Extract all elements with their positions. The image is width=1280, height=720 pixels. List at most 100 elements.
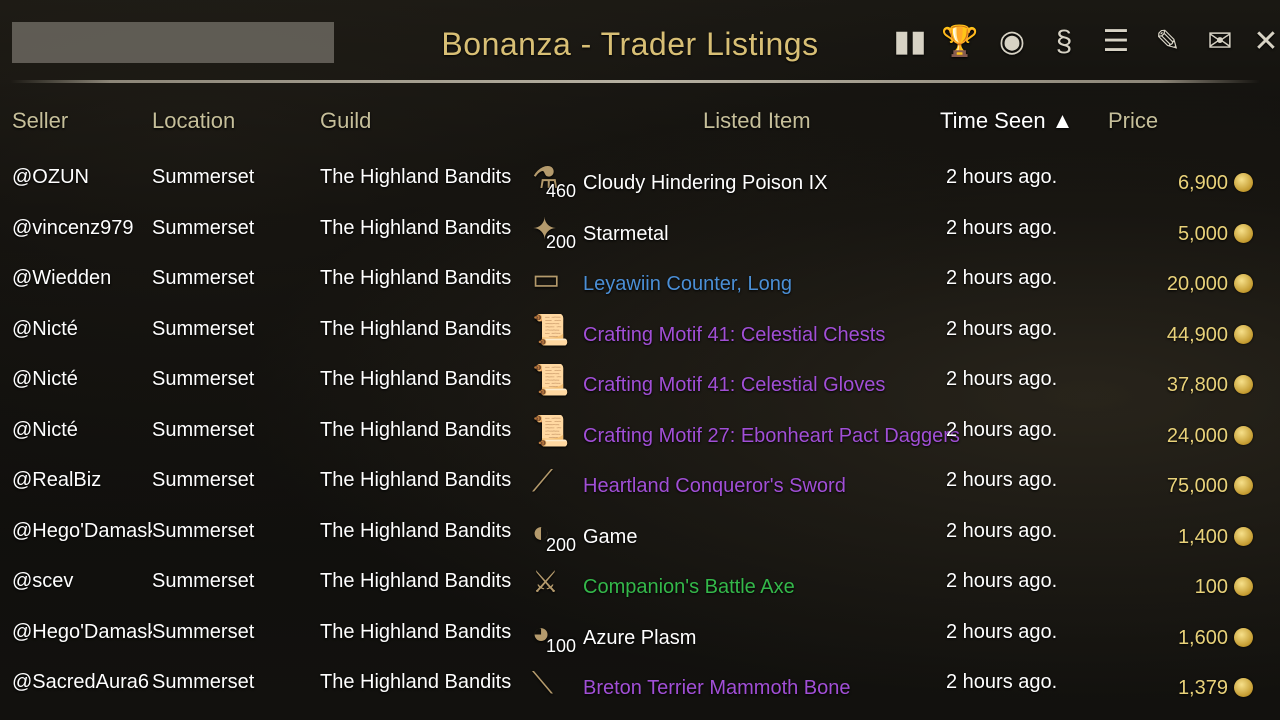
seller-name[interactable]: @SacredAura6 <box>12 671 152 694</box>
time-seen: 2 hours ago. <box>946 368 1058 390</box>
gold-coin-icon <box>1234 627 1253 647</box>
item-name[interactable]: Game <box>583 526 637 549</box>
seller-name[interactable]: @Hego'Damask <box>12 621 152 644</box>
seller-name[interactable]: @Nicté <box>12 419 152 442</box>
gold-coin-icon <box>1234 324 1253 344</box>
close-icon[interactable]: ✕ <box>1246 22 1280 62</box>
time-seen: 2 hours ago. <box>946 166 1058 188</box>
seller-name[interactable]: @Nicté <box>12 368 152 391</box>
column-header-location[interactable]: Location <box>152 108 235 134</box>
gold-coin-icon <box>1234 173 1253 192</box>
column-header-time-seen[interactable]: Time Seen ▲ <box>940 108 1073 134</box>
item-name[interactable]: Crafting Motif 27: Ebonheart Pact Dagger… <box>583 425 960 448</box>
plasm-icon[interactable]: ◕ 100 <box>530 615 576 656</box>
item-name[interactable]: Heartland Conqueror's Sword <box>583 475 846 498</box>
gold-coin-icon <box>1234 678 1253 697</box>
seller-name[interactable]: @Hego'Damask <box>12 520 152 543</box>
item-glyph: 📜 <box>532 414 570 448</box>
item-name[interactable]: Crafting Motif 41: Celestial Gloves <box>583 374 885 397</box>
table-row[interactable]: @Nicté Summerset The Highland Bandits 📜 Craf… <box>0 405 1280 455</box>
poison-icon[interactable]: ⚗ 460 <box>530 160 576 201</box>
time-seen: 2 hours ago. <box>946 216 1058 239</box>
item-name[interactable]: Companion's Battle Axe <box>583 576 795 599</box>
location-name: Summerset <box>152 368 255 390</box>
metal-icon[interactable]: ✦ 200 <box>530 211 576 252</box>
seller-name[interactable]: @scev <box>12 570 152 593</box>
bone-icon[interactable]: ⟍ <box>530 665 576 705</box>
craft-icon[interactable]: § <box>1044 22 1084 62</box>
guild-name: The Highland Bandits <box>320 570 512 592</box>
chart-icon[interactable]: ▮▮ <box>890 22 930 62</box>
item-glyph: ▭ <box>532 263 561 296</box>
table-row[interactable]: @SacredAura6 Summerset The Highland Bandit… <box>0 657 1280 707</box>
location-name: Summerset <box>152 216 255 239</box>
seller-name[interactable]: @OZUN <box>12 166 152 189</box>
item-quantity: 200 <box>545 534 576 555</box>
price-value: 44,900 <box>1166 323 1228 346</box>
item-glyph: ⟍ <box>532 667 553 700</box>
window-title: Bonanza - Trader Listings <box>441 26 819 62</box>
mail-icon[interactable]: ✉ <box>1200 22 1240 62</box>
location-name: Summerset <box>152 570 255 592</box>
seller-name[interactable]: @Nicté <box>12 318 152 341</box>
column-header-guild[interactable]: Guild <box>320 108 371 134</box>
item-name[interactable]: Starmetal <box>583 223 669 246</box>
seller-name[interactable]: @vincenz979 <box>12 217 152 240</box>
item-name[interactable]: Breton Terrier Mammoth Bone <box>583 677 851 700</box>
seller-name[interactable]: @Wiedden <box>12 267 152 290</box>
table-row[interactable]: @Hego'Damask Summerset The Highland Bandit… <box>0 506 1280 556</box>
search-input[interactable] <box>12 22 334 63</box>
motif-icon[interactable]: 📜 <box>530 312 576 352</box>
item-glyph: 📜 <box>532 313 570 347</box>
price-value: 6,900 <box>1177 172 1228 194</box>
time-seen: 2 hours ago. <box>946 620 1058 643</box>
time-seen: 2 hours ago. <box>946 418 1058 441</box>
motif-icon[interactable]: 📜 <box>530 413 576 453</box>
gold-coin-icon <box>1234 425 1253 445</box>
table-row[interactable]: @Nicté Summerset The Highland Bandits 📜 Craf… <box>0 304 1280 354</box>
column-header-seller[interactable]: Seller <box>12 108 68 134</box>
gold-coin-icon <box>1234 476 1253 495</box>
table-row[interactable]: @scev Summerset The Highland Bandits ⚔ Compa… <box>0 556 1280 606</box>
table-row[interactable]: @Hego'Damask Summerset The Highland Bandit… <box>0 607 1280 657</box>
price-value: 1,600 <box>1177 626 1228 649</box>
trophy-icon[interactable]: 🏆 <box>940 22 980 62</box>
table-row[interactable]: @Wiedden Summerset The Highland Bandits ▭ Le… <box>0 253 1280 303</box>
quill-icon[interactable]: ✎ <box>1148 22 1188 62</box>
item-glyph: ⚔ <box>532 566 559 599</box>
location-name: Summerset <box>152 469 255 491</box>
seller-name[interactable]: @RealBiz <box>12 469 152 492</box>
furniture-icon[interactable]: ▭ <box>530 261 576 301</box>
location-name: Summerset <box>152 519 255 542</box>
guild-name: The Highland Bandits <box>320 216 512 239</box>
item-quantity: 100 <box>545 635 576 656</box>
coins-icon[interactable]: ◉ <box>992 22 1032 62</box>
sword-icon[interactable]: ⟋ <box>530 463 576 503</box>
item-quantity: 200 <box>545 231 576 252</box>
item-name[interactable]: Crafting Motif 41: Celestial Chests <box>583 324 885 347</box>
gold-coin-icon <box>1234 577 1253 596</box>
table-row[interactable]: @Nicté Summerset The Highland Bandits 📜 Craf… <box>0 354 1280 404</box>
item-name[interactable]: Azure Plasm <box>583 627 696 650</box>
axe-icon[interactable]: ⚔ <box>530 564 576 604</box>
column-header-price[interactable]: Price <box>1108 108 1158 134</box>
time-seen: 2 hours ago. <box>946 519 1058 542</box>
table-row[interactable]: @OZUN Summerset The Highland Bandits ⚗ 460 Cl… <box>0 152 1280 202</box>
motif-icon[interactable]: 📜 <box>530 362 576 402</box>
table-row[interactable]: @vincenz979 Summerset The Highland Bandits… <box>0 203 1280 253</box>
guild-name: The Highland Bandits <box>320 267 512 289</box>
meat-icon[interactable]: ◐ 200 <box>530 514 576 555</box>
guild-name: The Highland Bandits <box>320 368 512 390</box>
guild-name: The Highland Bandits <box>320 166 512 188</box>
list-icon[interactable]: ☰ <box>1096 22 1136 62</box>
item-name[interactable]: Cloudy Hindering Poison IX <box>583 172 828 195</box>
time-seen: 2 hours ago. <box>946 469 1058 491</box>
item-quantity: 460 <box>545 181 576 201</box>
location-name: Summerset <box>152 166 255 188</box>
price-value: 37,800 <box>1166 374 1228 396</box>
table-row[interactable]: @RealBiz Summerset The Highland Bandits ⟋ He… <box>0 455 1280 505</box>
column-header-listed-item[interactable]: Listed Item <box>703 108 811 134</box>
price-value: 100 <box>1194 576 1228 598</box>
guild-name: The Highland Bandits <box>320 671 512 693</box>
item-name[interactable]: Leyawiin Counter, Long <box>583 273 792 296</box>
